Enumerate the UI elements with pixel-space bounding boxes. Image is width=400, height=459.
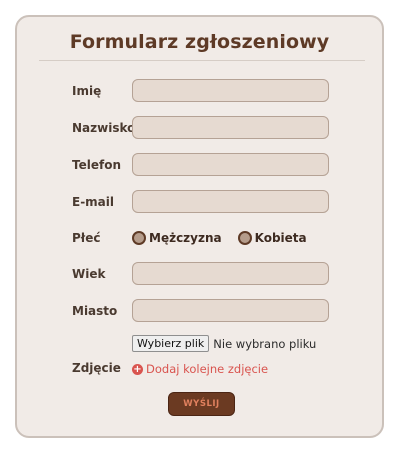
age-input[interactable] [132,262,329,285]
first-name-label: Imię [72,84,102,98]
form-title: Formularz zgłoszeniowy [69,31,330,53]
plus-circle-icon: + [132,363,143,375]
gender-radio-group: Mężczyzna Kobieta [132,230,323,246]
title-divider [39,60,365,61]
city-label: Miasto [72,304,118,318]
email-label: E-mail [72,195,115,209]
gender-option-male[interactable]: Mężczyzna [132,231,222,245]
photo-label: Zdjęcie [72,361,121,375]
male-radio-label: Mężczyzna [149,231,222,245]
last-name-input[interactable] [132,116,329,139]
last-name-label: Nazwisko [72,121,136,135]
phone-input[interactable] [132,153,329,176]
gender-label: Płeć [72,231,101,245]
photo-file-picker: Wybierz plik Nie wybrano pliku [132,335,316,352]
city-input[interactable] [132,299,329,322]
age-label: Wiek [72,267,106,281]
male-radio[interactable] [132,231,146,245]
application-form-card: Formularz zgłoszeniowy Imię Nazwisko Tel… [15,15,384,438]
submit-button[interactable]: WYŚLIJ [168,392,235,416]
add-photo-link[interactable]: + Dodaj kolejne zdjęcie [132,362,268,376]
choose-file-button[interactable]: Wybierz plik [132,335,210,352]
phone-label: Telefon [72,158,121,172]
gender-option-female[interactable]: Kobieta [237,231,307,245]
file-status-text: Nie wybrano pliku [213,336,317,351]
email-input[interactable] [132,190,329,213]
female-radio-label: Kobieta [254,231,307,245]
first-name-input[interactable] [132,79,329,102]
add-photo-label: Dodaj kolejne zdjęcie [146,362,269,376]
female-radio[interactable] [237,231,252,245]
